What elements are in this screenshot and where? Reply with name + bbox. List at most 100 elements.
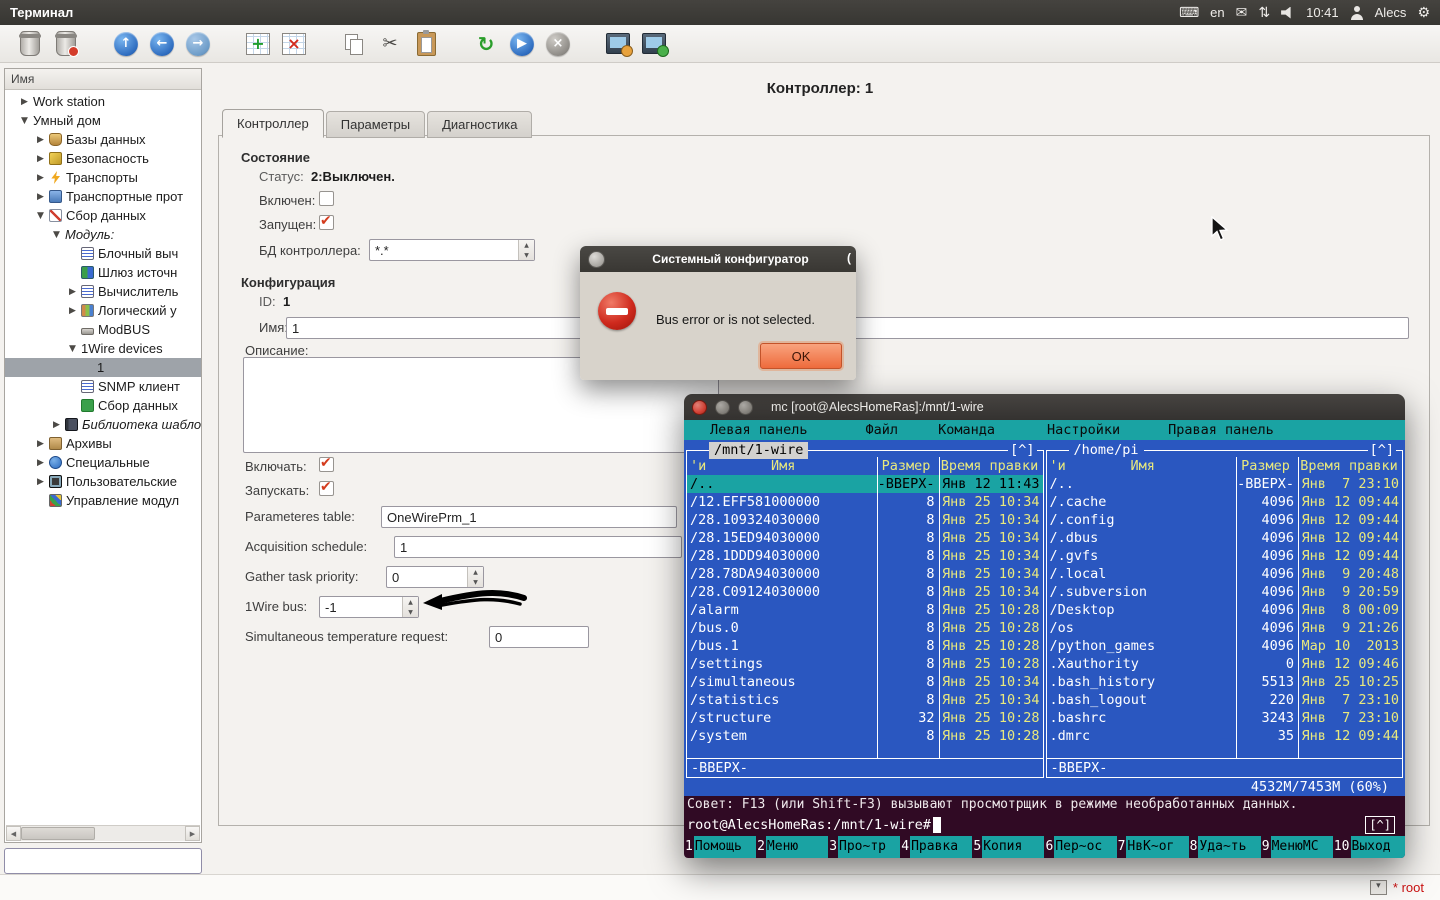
minimize-icon[interactable] bbox=[715, 400, 730, 415]
collapsed-triangle-icon[interactable]: ▶ bbox=[53, 420, 65, 430]
fkey-mkdir[interactable]: 7НвК~ог bbox=[1117, 836, 1189, 858]
tab-parameters[interactable]: Параметры bbox=[326, 111, 425, 138]
nav-up-icon[interactable]: ↑ bbox=[112, 30, 140, 58]
maximize-icon[interactable] bbox=[738, 400, 753, 415]
fkey-edit[interactable]: 4Правка bbox=[900, 836, 972, 858]
tree-item-smart-home[interactable]: ▼Умный дом bbox=[5, 111, 201, 130]
enabled-checkbox[interactable] bbox=[319, 191, 334, 206]
file-row[interactable]: /..-ВВЕРХ-Янв 12 11:43 bbox=[687, 475, 1043, 493]
file-row[interactable]: /simultaneous8Янв 25 10:34 bbox=[687, 673, 1043, 691]
acquisition-schedule-input[interactable] bbox=[394, 536, 682, 558]
collapsed-triangle-icon[interactable]: ▶ bbox=[21, 97, 33, 107]
collapsed-triangle-icon[interactable]: ▶ bbox=[69, 287, 81, 297]
remote-config-icon[interactable] bbox=[604, 30, 632, 58]
simultaneous-input[interactable] bbox=[489, 626, 589, 648]
mc-right-path[interactable]: /home/pi bbox=[1069, 442, 1144, 459]
file-row[interactable]: /Desktop4096Янв 8 00:09 bbox=[1047, 601, 1403, 619]
file-row[interactable]: /settings8Янв 25 10:28 bbox=[687, 655, 1043, 673]
sidebar-filter-input[interactable] bbox=[4, 848, 202, 874]
keyboard-icon[interactable]: ⌨ bbox=[1179, 5, 1199, 21]
file-row[interactable]: /28.78DA940300008Янв 25 10:34 bbox=[687, 565, 1043, 583]
mc-menu-command[interactable]: Команда bbox=[938, 420, 995, 440]
fkey-quit[interactable]: 10Выход bbox=[1333, 836, 1405, 858]
mc-titlebar[interactable]: mc [root@AlecsHomeRas]:/mnt/1-wire bbox=[684, 394, 1405, 420]
spin-buttons[interactable]: ▲▼ bbox=[518, 240, 534, 260]
tree-item-source-gateway[interactable]: Шлюз источн bbox=[5, 263, 201, 282]
close-icon[interactable] bbox=[692, 400, 707, 415]
file-row[interactable]: /.gvfs4096Янв 12 09:44 bbox=[1047, 547, 1403, 565]
dialog-titlebar[interactable]: Системный конфигуратор ( bbox=[580, 246, 856, 272]
file-row[interactable]: /28.15ED940300008Янв 25 10:34 bbox=[687, 529, 1043, 547]
mc-menu-options[interactable]: Настройки bbox=[1047, 420, 1120, 440]
scrollbar-thumb[interactable] bbox=[21, 827, 95, 840]
mail-icon[interactable]: ✉ bbox=[1236, 5, 1248, 21]
fkey-delete[interactable]: 8Уда~ть bbox=[1189, 836, 1261, 858]
stop-icon[interactable]: × bbox=[544, 30, 572, 58]
mc-menu-left-panel[interactable]: Левая панель bbox=[710, 420, 808, 440]
tree-item-logic-device[interactable]: ▶Логический у bbox=[5, 301, 201, 320]
tree-item-calculator[interactable]: ▶Вычислитель bbox=[5, 282, 201, 301]
file-row[interactable]: /os4096Янв 9 21:26 bbox=[1047, 619, 1403, 637]
file-row[interactable]: .Xauthority0Янв 12 09:46 bbox=[1047, 655, 1403, 673]
tree-item-data-acquisition-2[interactable]: Сбор данных bbox=[5, 396, 201, 415]
mc-right-column-headers[interactable]: 'иИмя Размер Время правки bbox=[1047, 457, 1403, 475]
volume-icon[interactable] bbox=[1281, 7, 1295, 19]
tree-item-security[interactable]: ▶Безопасность bbox=[5, 149, 201, 168]
network-icon[interactable]: ⇅ bbox=[1258, 5, 1270, 21]
session-gear-icon[interactable]: ⚙ bbox=[1417, 5, 1430, 21]
mc-right-scroll-marker[interactable]: [^] bbox=[1368, 442, 1396, 459]
file-row[interactable]: .bash_logout220Янв 7 23:10 bbox=[1047, 691, 1403, 709]
fkey-copy[interactable]: 5Копия bbox=[972, 836, 1044, 858]
tab-diagnostics[interactable]: Диагностика bbox=[427, 111, 532, 138]
enable-checkbox[interactable] bbox=[319, 457, 334, 472]
tree-item-block-calc[interactable]: Блочный выч bbox=[5, 244, 201, 263]
wire-bus-spinner[interactable]: -1 ▲▼ bbox=[319, 596, 419, 618]
tree-item-transport-protocols[interactable]: ▶Транспортные прот bbox=[5, 187, 201, 206]
collapsed-triangle-icon[interactable]: ▶ bbox=[37, 154, 49, 164]
status-dropdown-icon[interactable]: ▾ bbox=[1370, 880, 1387, 895]
tree-item-snmp-client[interactable]: SNMP клиент bbox=[5, 377, 201, 396]
column-mtime[interactable]: Время правки bbox=[939, 457, 1043, 475]
collapsed-triangle-icon[interactable]: ▶ bbox=[37, 458, 49, 468]
fkey-pulldn[interactable]: 9МенюМС bbox=[1261, 836, 1333, 858]
tree-item-template-library[interactable]: ▶Библиотека шабло bbox=[5, 415, 201, 434]
file-row[interactable]: /.cache4096Янв 12 09:44 bbox=[1047, 493, 1403, 511]
close-icon[interactable] bbox=[588, 251, 605, 268]
priority-spinner[interactable]: 0 ▲▼ bbox=[386, 566, 484, 588]
file-row[interactable]: /28.C091240300008Янв 25 10:34 bbox=[687, 583, 1043, 601]
copy-icon[interactable] bbox=[340, 30, 368, 58]
tree-item-module-management[interactable]: Управление модул bbox=[5, 491, 201, 510]
file-row[interactable]: .bashrc3243Янв 7 23:10 bbox=[1047, 709, 1403, 727]
export-db-icon[interactable] bbox=[16, 30, 44, 58]
cut-icon[interactable]: ✂ bbox=[376, 30, 404, 58]
start-checkbox[interactable] bbox=[319, 481, 334, 496]
collapsed-triangle-icon[interactable]: ▶ bbox=[69, 306, 81, 316]
tree-item-module[interactable]: ▼Модуль: bbox=[5, 225, 201, 244]
column-size[interactable]: Размер bbox=[877, 457, 939, 475]
file-row[interactable]: /.dbus4096Янв 12 09:44 bbox=[1047, 529, 1403, 547]
ok-button[interactable]: OK bbox=[760, 343, 842, 369]
column-mtime[interactable]: Время правки bbox=[1298, 457, 1402, 475]
mc-left-path[interactable]: /mnt/1-wire bbox=[709, 442, 808, 459]
add-item-icon[interactable]: + bbox=[244, 30, 272, 58]
sidebar-column-header[interactable]: Имя bbox=[5, 69, 201, 90]
fkey-help[interactable]: 1Помощь bbox=[684, 836, 756, 858]
tree-item-databases[interactable]: ▶Базы данных bbox=[5, 130, 201, 149]
collapsed-triangle-icon[interactable]: ▶ bbox=[37, 439, 49, 449]
start-icon[interactable]: ▶ bbox=[508, 30, 536, 58]
file-row[interactable]: /python_games4096Мар 10 2013 bbox=[1047, 637, 1403, 655]
file-row[interactable]: /bus.08Янв 25 10:28 bbox=[687, 619, 1043, 637]
keyboard-layout-indicator[interactable]: en bbox=[1210, 5, 1224, 20]
fkey-view[interactable]: 3Про~тр bbox=[828, 836, 900, 858]
mc-scroll-indicator[interactable]: [^] bbox=[1365, 816, 1395, 834]
tree-item-data-acquisition[interactable]: ▼Сбор данных bbox=[5, 206, 201, 225]
spin-buttons[interactable]: ▲▼ bbox=[402, 597, 418, 617]
file-row[interactable]: /28.1093240300008Янв 25 10:34 bbox=[687, 511, 1043, 529]
tree-item-archives[interactable]: ▶Архивы bbox=[5, 434, 201, 453]
clock-indicator[interactable]: 10:41 bbox=[1306, 5, 1339, 20]
fkey-menu[interactable]: 2Меню bbox=[756, 836, 828, 858]
file-row[interactable]: /28.1DDD940300008Янв 25 10:34 bbox=[687, 547, 1043, 565]
tab-controller[interactable]: Контроллер bbox=[222, 109, 324, 138]
controller-db-spinner[interactable]: *.* ▲▼ bbox=[369, 239, 535, 261]
column-name[interactable]: Имя bbox=[771, 458, 795, 474]
